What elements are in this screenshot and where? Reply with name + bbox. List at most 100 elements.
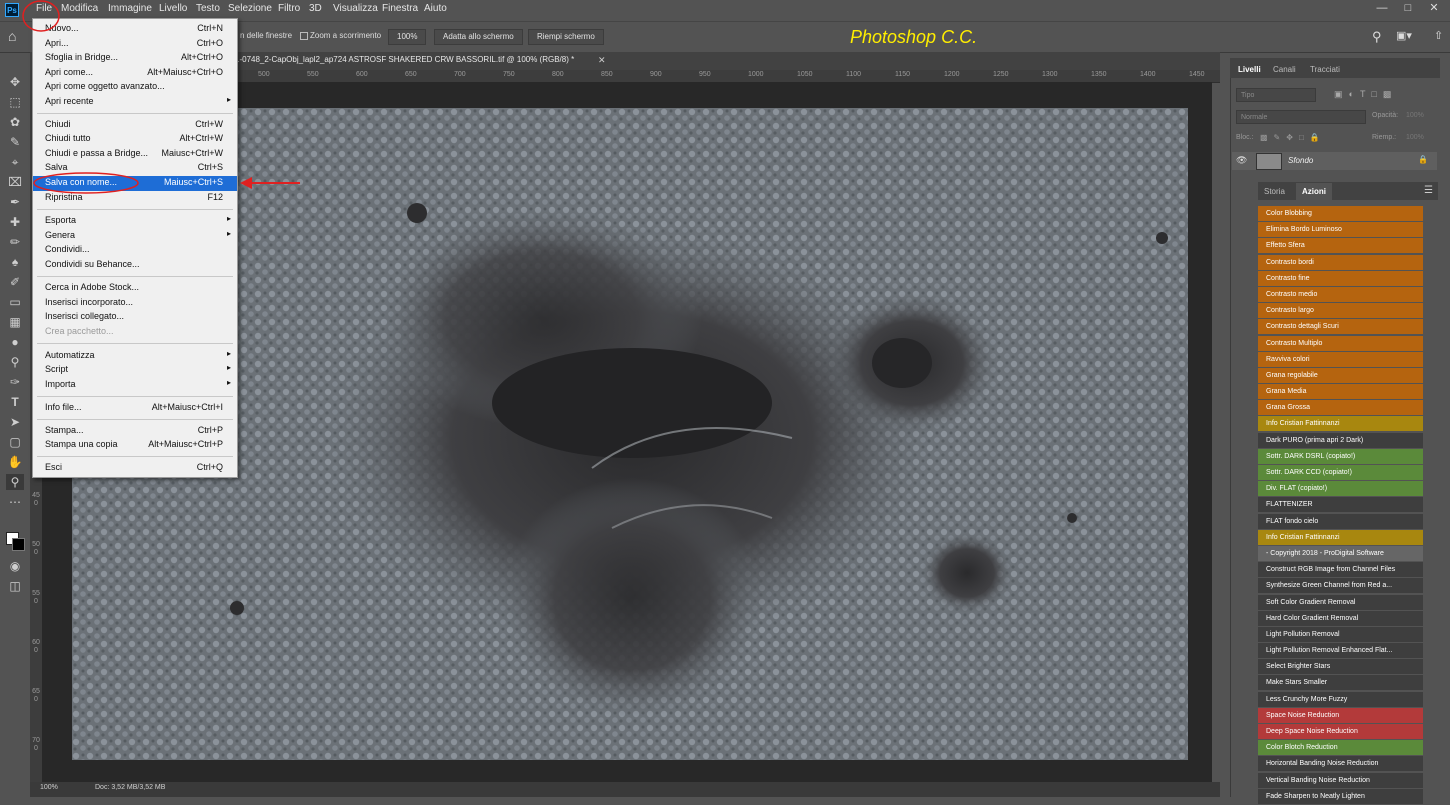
marquee-tool-icon[interactable]: ⬚ [6, 94, 24, 110]
tab-storia[interactable]: Storia [1264, 187, 1285, 196]
menu-visualizza[interactable]: Visualizza [333, 3, 378, 14]
action-item[interactable]: Select Brighter Stars [1258, 659, 1423, 675]
pen-tool-icon[interactable]: ✑ [6, 374, 24, 390]
scrubby-zoom-checkbox[interactable] [300, 32, 308, 40]
action-item[interactable]: Light Pollution Removal Enhanced Flat... [1258, 643, 1423, 659]
type-tool-icon[interactable]: T [6, 394, 24, 410]
action-item[interactable]: Grana Grossa [1258, 400, 1423, 416]
action-item[interactable]: Grana regolabile [1258, 367, 1423, 383]
healing-brush-tool-icon[interactable]: ✚ [6, 214, 24, 230]
menu-item-chiudi-tutto[interactable]: Chiudi tutto Alt+Ctrl+W [33, 132, 237, 146]
menu-item-chiudi-bridge[interactable]: Chiudi e passa a Bridge... Maiusc+Ctrl+W [33, 147, 237, 161]
quick-mask-icon[interactable]: ◉ [6, 558, 24, 574]
action-item[interactable]: Contrasto bordi [1258, 254, 1423, 270]
action-item[interactable]: Light Pollution Removal [1258, 626, 1423, 642]
menu-livello[interactable]: Livello [159, 3, 187, 14]
action-item[interactable]: Deep Space Noise Reduction [1258, 724, 1423, 739]
path-select-tool-icon[interactable]: ➤ [6, 414, 24, 430]
fill-value[interactable]: 100% [1406, 134, 1424, 141]
menu-finestra[interactable]: Finestra [382, 3, 418, 14]
lock-icons[interactable]: ▩✎✥□🔒 [1260, 133, 1326, 142]
layer-filter-search[interactable]: Tipo [1236, 88, 1316, 102]
workspace-icon[interactable]: ▣▾ [1396, 29, 1412, 42]
menu-item-ripristina[interactable]: Ripristina F12 [33, 191, 237, 205]
action-item[interactable]: Contrasto largo [1258, 303, 1423, 319]
menu-item-nuovo[interactable]: Nuovo... Ctrl+N [33, 22, 237, 36]
action-item[interactable]: Horizontal Banding Noise Reduction [1258, 756, 1423, 772]
action-item[interactable]: Contrasto dettagli Scuri [1258, 319, 1423, 335]
fill-screen-button[interactable]: Riempi schermo [528, 29, 604, 45]
action-item[interactable]: FLAT fondo cielo [1258, 513, 1423, 529]
menu-item-stampa[interactable]: Stampa... Ctrl+P [33, 424, 237, 438]
action-item[interactable]: Contrasto fine [1258, 270, 1423, 286]
move-tool-icon[interactable]: ✥ [6, 74, 24, 90]
action-item[interactable]: - Copyright 2018 - ProDigital Software [1258, 545, 1423, 561]
action-item[interactable]: Grana Media [1258, 384, 1423, 400]
action-item[interactable]: Contrasto medio [1258, 286, 1423, 302]
menu-item-genera[interactable]: Genera ▸ [33, 229, 237, 243]
action-item[interactable]: Color Blobbing [1258, 206, 1423, 221]
scroll-all-windows-label[interactable]: n delle finestre [240, 31, 292, 40]
menu-item-apri-recente[interactable]: Apri recente ▸ [33, 95, 237, 109]
history-brush-tool-icon[interactable]: ✐ [6, 274, 24, 290]
tab-azioni[interactable]: Azioni [1296, 183, 1332, 200]
menu-aiuto[interactable]: Aiuto [424, 3, 447, 14]
menu-item-sfoglia-bridge[interactable]: Sfoglia in Bridge... Alt+Ctrl+O [33, 51, 237, 65]
menu-modifica[interactable]: Modifica [61, 3, 98, 14]
action-item[interactable]: Hard Color Gradient Removal [1258, 610, 1423, 626]
more-tools-icon[interactable]: ⋯ [6, 494, 24, 510]
menu-selezione[interactable]: Selezione [228, 3, 272, 14]
layer-name[interactable]: Sfondo [1288, 156, 1313, 165]
menu-item-esporta[interactable]: Esporta ▸ [33, 214, 237, 228]
action-item[interactable]: Less Crunchy More Fuzzy [1258, 691, 1423, 707]
menu-item-salva[interactable]: Salva Ctrl+S [33, 161, 237, 175]
action-item[interactable]: Fade Sharpen to Neatly Lighten [1258, 788, 1423, 804]
action-item[interactable]: Effetto Sfera [1258, 238, 1423, 254]
menu-item-cerca-adobe-stock[interactable]: Cerca in Adobe Stock... [33, 281, 237, 295]
shape-tool-icon[interactable]: ▢ [6, 434, 24, 450]
fit-screen-button[interactable]: Adatta allo schermo [434, 29, 523, 45]
document-info[interactable]: Doc: 3,52 MB/3,52 MB [95, 784, 165, 791]
menu-item-esci[interactable]: Esci Ctrl+Q [33, 461, 237, 475]
menu-filtro[interactable]: Filtro [278, 3, 300, 14]
menu-item-condividi-behance[interactable]: Condividi su Behance... [33, 258, 237, 272]
search-icon[interactable]: ⚲ [1372, 29, 1382, 45]
eraser-tool-icon[interactable]: ▭ [6, 294, 24, 310]
action-item[interactable]: Ravviva colori [1258, 351, 1423, 367]
screen-mode-icon[interactable]: ◫ [6, 578, 24, 594]
menu-item-inserisci-collegato[interactable]: Inserisci collegato... [33, 310, 237, 324]
frame-tool-icon[interactable]: ⌧ [6, 174, 24, 190]
action-item[interactable]: Construct RGB Image from Channel Files [1258, 562, 1423, 578]
panel-menu-icon[interactable]: ☰ [1424, 185, 1433, 196]
menu-item-chiudi[interactable]: Chiudi Ctrl+W [33, 118, 237, 132]
dodge-tool-icon[interactable]: ⚲ [6, 354, 24, 370]
menu-file[interactable]: File [36, 3, 52, 14]
action-item[interactable]: Space Noise Reduction [1258, 707, 1423, 723]
action-item[interactable]: Soft Color Gradient Removal [1258, 594, 1423, 610]
action-item[interactable]: Vertical Banding Noise Reduction [1258, 772, 1423, 788]
layer-row[interactable]: 👁 Sfondo 🔒 [1232, 152, 1437, 170]
action-item[interactable]: Sottr. DARK CCD (copiato!) [1258, 465, 1423, 480]
share-icon[interactable]: ⇧ [1434, 29, 1443, 42]
crop-tool-icon[interactable]: ⌖ [6, 154, 24, 170]
menu-item-condividi[interactable]: Condividi... [33, 243, 237, 257]
zoom-level-field[interactable]: 100% [40, 784, 58, 791]
quick-select-tool-icon[interactable]: ✎ [6, 134, 24, 150]
action-item[interactable]: FLATTENIZER [1258, 497, 1423, 513]
menu-item-apri-oggetto-avanzato[interactable]: Apri come oggetto avanzato... [33, 80, 237, 94]
menu-item-stampa-copia[interactable]: Stampa una copia Alt+Maiusc+Ctrl+P [33, 438, 237, 452]
action-item[interactable]: Div. FLAT (copiato!) [1258, 481, 1423, 497]
menu-item-apri-come[interactable]: Apri come... Alt+Maiusc+Ctrl+O [33, 66, 237, 80]
home-icon[interactable]: ⌂ [8, 28, 16, 44]
gradient-tool-icon[interactable]: ▦ [6, 314, 24, 330]
close-icon[interactable]: ✕ [1421, 0, 1447, 18]
opacity-value[interactable]: 100% [1406, 112, 1424, 119]
tab-livelli[interactable]: Livelli [1238, 65, 1261, 74]
menu-item-inserisci-incorporato[interactable]: Inserisci incorporato... [33, 296, 237, 310]
maximize-icon[interactable]: □ [1395, 0, 1421, 18]
zoom-tool-icon[interactable]: ⚲ [6, 474, 24, 490]
menu-item-info-file[interactable]: Info file... Alt+Maiusc+Ctrl+I [33, 401, 237, 415]
clone-stamp-tool-icon[interactable]: ♠ [6, 254, 24, 270]
menu-immagine[interactable]: Immagine [108, 3, 152, 14]
menu-item-salva-con-nome[interactable]: Salva con nome... Maiusc+Ctrl+S [33, 176, 237, 191]
